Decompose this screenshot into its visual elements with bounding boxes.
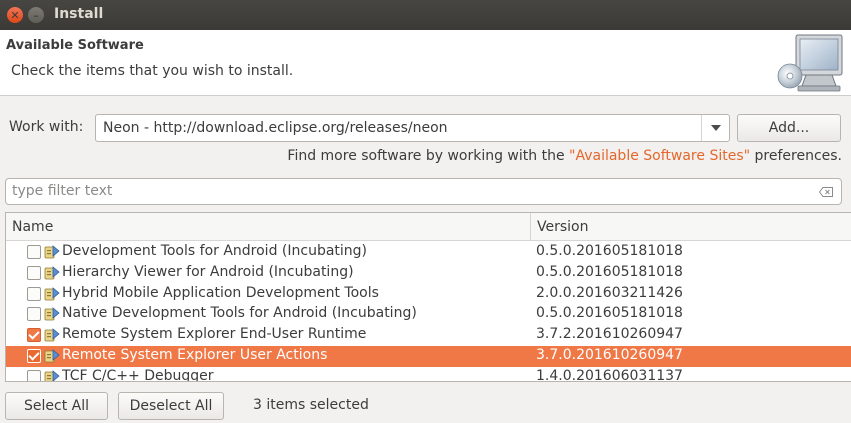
title-bar: ✕ – Install: [0, 0, 851, 30]
table-rows: Development Tools for Android (Incubatin…: [6, 242, 851, 382]
plugin-feature-icon: [44, 369, 60, 381]
column-divider[interactable]: [530, 213, 531, 241]
row-checkbox[interactable]: [27, 369, 41, 381]
filter-box[interactable]: [5, 178, 842, 205]
row-name: TCF C/C++ Debugger: [62, 367, 214, 382]
find-more-prefix: Find more software by working with the: [287, 148, 570, 164]
table-row[interactable]: Development Tools for Android (Incubatin…: [6, 242, 851, 263]
row-version: 0.5.0.201605181018: [536, 305, 683, 322]
find-more-suffix: preferences.: [750, 148, 843, 164]
row-checkbox[interactable]: [27, 307, 41, 322]
row-version: 0.5.0.201605181018: [536, 243, 683, 259]
row-version: 1.4.0.201606031137: [536, 367, 683, 382]
page-description: Check the items that you wish to install…: [11, 63, 294, 79]
row-name: Remote System Explorer End-User Runtime: [62, 326, 367, 343]
minimize-icon[interactable]: –: [28, 7, 44, 23]
table-row[interactable]: Remote System Explorer End-User Runtime 3…: [6, 325, 851, 346]
work-with-combo[interactable]: Neon - http://download.eclipse.org/relea…: [95, 114, 730, 142]
row-checkbox[interactable]: [27, 245, 41, 259]
plugin-feature-icon: [44, 349, 60, 363]
select-all-button[interactable]: Select All: [5, 392, 108, 420]
deselect-all-button[interactable]: Deselect All: [118, 392, 224, 420]
work-with-label: Work with:: [9, 119, 84, 135]
plugin-feature-icon: [44, 307, 60, 321]
row-version: 2.0.0.201603211426: [536, 284, 683, 301]
row-name: Development Tools for Android (Incubatin…: [62, 243, 368, 259]
row-name: Native Development Tools for Android (In…: [62, 305, 417, 322]
row-checkbox[interactable]: [27, 328, 41, 343]
row-checkbox[interactable]: [27, 348, 41, 363]
table-row[interactable]: TCF C/C++ Debugger 1.4.0.201606031137: [6, 367, 851, 382]
plugin-feature-icon: [44, 265, 60, 280]
work-with-value: Neon - http://download.eclipse.org/relea…: [103, 120, 448, 136]
row-name: Hybrid Mobile Application Development To…: [62, 284, 379, 301]
row-name: Remote System Explorer User Actions: [62, 346, 328, 363]
table-row[interactable]: Remote System Explorer User Actions 3.7.0…: [6, 345, 851, 367]
software-table[interactable]: Name Version Development Tools for Andro…: [5, 212, 851, 382]
available-software-sites-link[interactable]: "Available Software Sites": [569, 148, 750, 164]
table-row[interactable]: Hierarchy Viewer for Android (Incubating…: [6, 263, 851, 284]
plugin-feature-icon: [44, 328, 60, 342]
row-version: 0.5.0.201605181018: [536, 263, 683, 280]
row-name: Hierarchy Viewer for Android (Incubating…: [62, 263, 354, 280]
column-header-version[interactable]: Version: [537, 219, 588, 235]
add-button[interactable]: Add...: [737, 114, 841, 142]
plugin-feature-icon: [44, 245, 60, 259]
table-row[interactable]: Native Development Tools for Android (In…: [6, 304, 851, 325]
find-more-text: Find more software by working with the "…: [287, 148, 842, 164]
column-header-name[interactable]: Name: [12, 219, 53, 235]
window-title: Install: [54, 6, 104, 22]
row-version: 3.7.2.201610260947: [536, 326, 683, 343]
page-title: Available Software: [6, 38, 144, 53]
chevron-down-icon[interactable]: [701, 115, 729, 141]
clear-filter-icon[interactable]: [819, 187, 833, 197]
table-row[interactable]: Hybrid Mobile Application Development To…: [6, 284, 851, 305]
row-version: 3.7.0.201610260947: [536, 346, 683, 363]
table-header: Name Version: [6, 213, 851, 241]
wizard-header: Available Software Check the items that …: [0, 30, 851, 96]
plugin-feature-icon: [44, 286, 60, 300]
selection-status: 3 items selected: [253, 397, 369, 413]
row-checkbox[interactable]: [27, 265, 41, 280]
filter-input[interactable]: [12, 183, 802, 199]
computer-cd-icon: [777, 34, 843, 92]
close-icon[interactable]: ✕: [7, 7, 23, 23]
row-checkbox[interactable]: [27, 286, 41, 301]
